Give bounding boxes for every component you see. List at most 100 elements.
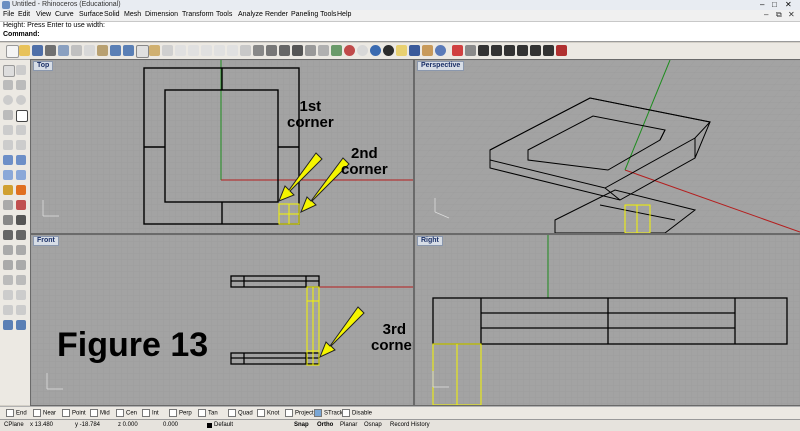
status-layer[interactable]: Default (214, 422, 233, 428)
freeform-curve-icon[interactable] (16, 125, 26, 135)
osnap-mid[interactable]: Mid (90, 409, 110, 417)
osnap-knot[interactable]: Knot (257, 409, 279, 417)
join-icon[interactable] (3, 245, 13, 255)
render-icon[interactable] (331, 45, 342, 56)
menu-restore-button[interactable]: ⧉ (776, 10, 782, 20)
osnap-point[interactable]: Point (62, 409, 86, 417)
layers-icon[interactable] (422, 45, 433, 56)
box-icon[interactable] (3, 170, 13, 180)
save-icon[interactable] (32, 45, 43, 56)
solid-tools-icon[interactable] (16, 170, 26, 180)
four-viewports-icon[interactable] (253, 45, 264, 56)
color-wheel-icon[interactable] (344, 45, 355, 56)
menu-help[interactable]: Help (337, 11, 351, 18)
paneling-tool-6-icon[interactable] (530, 45, 541, 56)
paneling-tool-4-icon[interactable] (504, 45, 515, 56)
mesh-icon[interactable] (3, 185, 13, 195)
viewport-top[interactable]: Top 1st corner 2nd corner (30, 59, 414, 234)
circle-icon[interactable] (3, 95, 13, 105)
surface-tools-icon[interactable] (16, 230, 26, 240)
analyze-icon[interactable] (3, 215, 13, 225)
menu-analyze[interactable]: Analyze (238, 11, 263, 18)
viewport-right[interactable]: Right (414, 234, 800, 406)
render-preview-icon[interactable] (370, 45, 381, 56)
menu-transform[interactable]: Transform (182, 11, 214, 18)
osnap-quad[interactable]: Quad (228, 409, 253, 417)
copy-icon[interactable] (84, 45, 95, 56)
curve-tools-icon[interactable] (3, 230, 13, 240)
lights-icon[interactable] (383, 45, 394, 56)
group-icon[interactable] (3, 275, 13, 285)
shaded-icon[interactable] (318, 45, 329, 56)
command-line[interactable]: Command: (0, 31, 800, 42)
toggle-osnap[interactable]: Osnap (364, 422, 382, 428)
scale-icon[interactable] (16, 305, 26, 315)
paneling-tool-8-icon[interactable] (556, 45, 567, 56)
paneling-tool-5-icon[interactable] (517, 45, 528, 56)
menu-file[interactable]: File (3, 11, 14, 18)
open-file-icon[interactable] (19, 45, 30, 56)
array-icon[interactable] (16, 275, 26, 285)
help-icon[interactable] (435, 45, 446, 56)
paneling-tool-7-icon[interactable] (543, 45, 554, 56)
rotate-icon[interactable] (3, 305, 13, 315)
osnap-cen[interactable]: Cen (116, 409, 137, 417)
toggle-ortho[interactable]: Ortho (317, 422, 333, 428)
text-icon[interactable] (16, 140, 26, 150)
extrude-surface-icon[interactable] (16, 155, 26, 165)
cut-icon[interactable] (71, 45, 82, 56)
rotate-view-icon[interactable] (162, 45, 173, 56)
undo-view-icon[interactable] (240, 45, 251, 56)
close-button[interactable]: ✕ (785, 0, 792, 9)
paste-icon[interactable] (97, 45, 108, 56)
split-icon[interactable] (16, 260, 26, 270)
curve-from-object-icon[interactable] (3, 140, 13, 150)
zoom-extents-all-icon[interactable] (227, 45, 238, 56)
light-icon[interactable] (16, 185, 26, 195)
toggle-planar[interactable]: Planar (340, 422, 357, 428)
pan-icon[interactable] (149, 45, 160, 56)
paneling-grid-icon[interactable] (452, 45, 463, 56)
wireframe-icon[interactable] (305, 45, 316, 56)
cplane-icon[interactable] (292, 45, 303, 56)
menu-surface[interactable]: Surface (79, 11, 103, 18)
redo-icon[interactable] (123, 45, 134, 56)
zoom-dynamic-icon[interactable] (175, 45, 186, 56)
rectangle-icon[interactable] (16, 110, 28, 122)
menu-render[interactable]: Render (265, 11, 288, 18)
menu-paneling-tools[interactable]: Paneling Tools (291, 11, 336, 18)
menu-view[interactable]: View (36, 11, 51, 18)
minimize-button[interactable]: – (760, 0, 764, 9)
new-file-icon[interactable] (6, 45, 19, 58)
ellipse-icon[interactable] (3, 110, 13, 120)
material-sphere-icon[interactable] (357, 45, 368, 56)
viewport-tab-top[interactable]: Top (33, 61, 54, 71)
light-bulb-icon[interactable] (396, 45, 407, 56)
select-icon[interactable] (136, 45, 149, 58)
toggle-record-history[interactable]: Record History (390, 422, 430, 428)
select-arrow-icon[interactable] (3, 65, 15, 77)
arc-icon[interactable] (16, 95, 26, 105)
mirror-icon[interactable] (3, 320, 13, 330)
menu-solid[interactable]: Solid (104, 11, 120, 18)
viewport-tab-front[interactable]: Front (33, 236, 59, 246)
object-properties-icon[interactable] (409, 45, 420, 56)
orient-icon[interactable] (16, 320, 26, 330)
polyline-icon[interactable] (3, 80, 13, 90)
osnap-tan[interactable]: Tan (198, 409, 218, 417)
maximize-viewport-icon[interactable] (266, 45, 277, 56)
osnap-perp[interactable]: Perp (169, 409, 192, 417)
point-icon[interactable] (16, 65, 26, 75)
menu-close-button[interactable]: ✕ (788, 10, 795, 19)
copy-object-icon[interactable] (16, 290, 26, 300)
surface-icon[interactable] (3, 155, 13, 165)
viewport-front[interactable]: Front 3rd corner Figure 13 (30, 234, 414, 406)
toggle-snap[interactable]: Snap (294, 422, 309, 428)
undo-icon[interactable] (110, 45, 121, 56)
layer-color-swatch[interactable] (207, 423, 212, 428)
viewport-perspective[interactable]: Perspective (414, 59, 800, 234)
osnap-strack[interactable]: STrack (314, 409, 343, 417)
menu-mesh[interactable]: Mesh (124, 11, 141, 18)
menu-dimension[interactable]: Dimension (145, 11, 178, 18)
maximize-button[interactable]: □ (772, 0, 777, 9)
